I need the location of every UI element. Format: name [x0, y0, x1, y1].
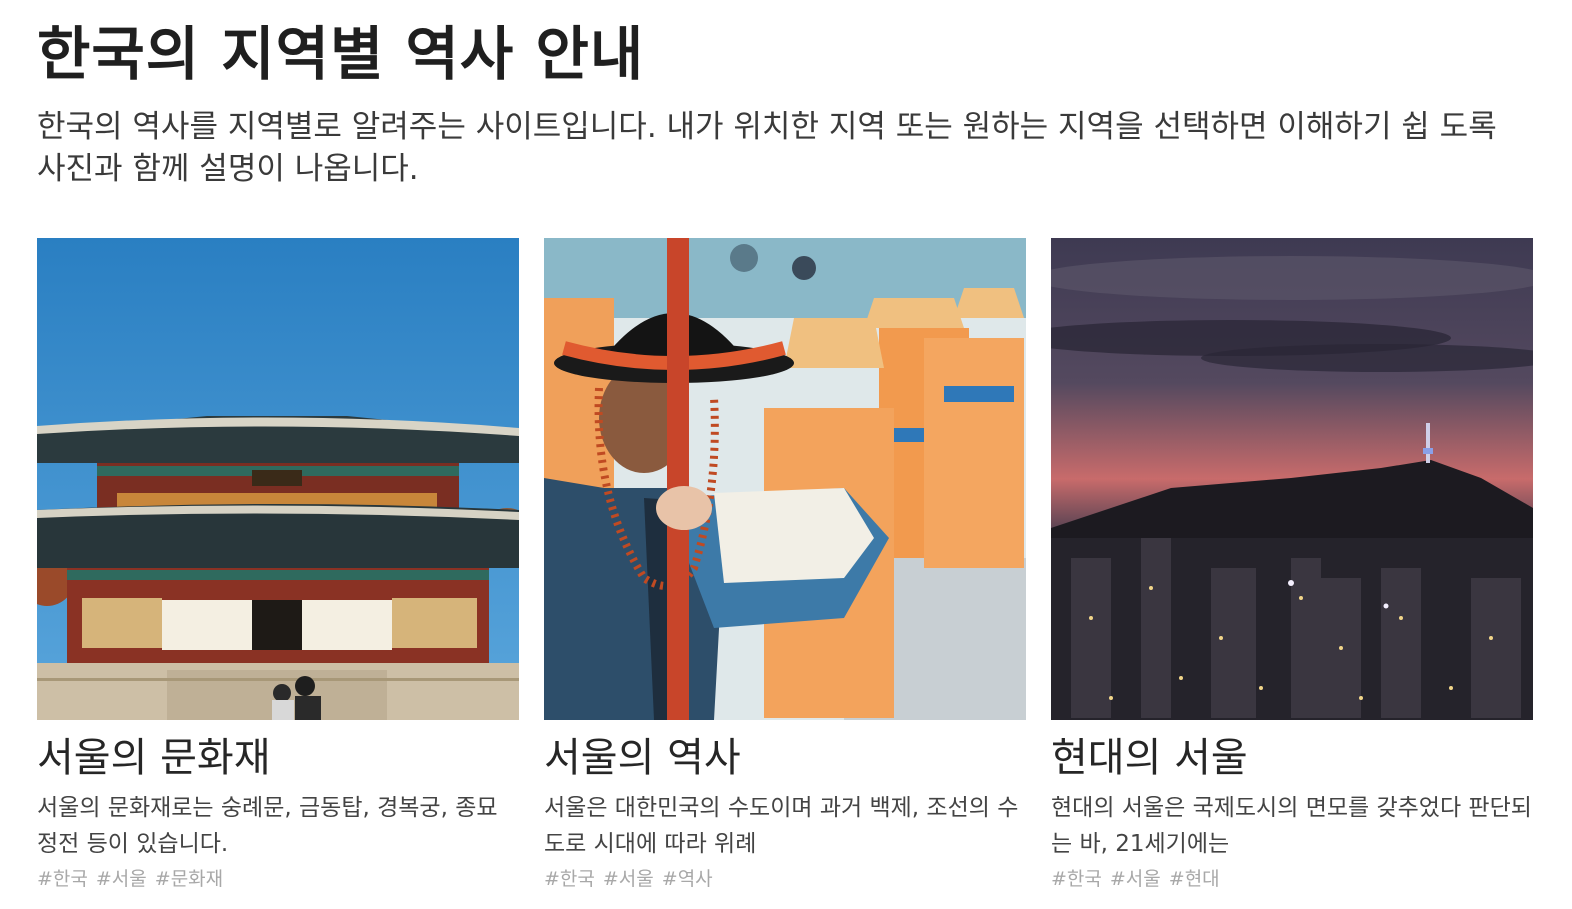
page-description: 한국의 역사를 지역별로 알려주는 사이트입니다. 내가 위치한 지역 또는 원…: [37, 109, 1497, 187]
night-city-photo[interactable]: [1051, 238, 1533, 720]
tag[interactable]: #역사: [662, 866, 713, 892]
tag-list: #한국 #서울 #역사: [544, 866, 1026, 892]
card-description: 서울은 대한민국의 수도이며 과거 백제, 조선의 수도로 시대에 따라 위례: [544, 795, 1019, 857]
tag-list: #한국 #서울 #문화재: [37, 866, 519, 892]
royal-guard-photo[interactable]: [544, 238, 1026, 720]
card-seoul-heritage[interactable]: 서울의 문화재 서울의 문화재로는 숭례문, 금동탑, 경복궁, 종묘 정전 등…: [37, 238, 519, 892]
tag[interactable]: #한국: [37, 866, 88, 892]
card-title[interactable]: 서울의 역사: [544, 732, 1026, 784]
card-seoul-history[interactable]: 서울의 역사 서울은 대한민국의 수도이며 과거 백제, 조선의 수도로 시대에…: [544, 238, 1026, 892]
card-list: 서울의 문화재 서울의 문화재로는 숭례문, 금동탑, 경복궁, 종묘 정전 등…: [37, 238, 1534, 892]
card-description: 서울의 문화재로는 숭례문, 금동탑, 경복궁, 종묘 정전 등이 있습니다.: [37, 795, 498, 857]
tag[interactable]: #서울: [96, 866, 147, 892]
tag[interactable]: #한국: [544, 866, 595, 892]
tag[interactable]: #현대: [1169, 866, 1220, 892]
tag[interactable]: #서울: [1110, 866, 1161, 892]
card-title[interactable]: 현대의 서울: [1051, 732, 1533, 784]
tag-list: #한국 #서울 #현대: [1051, 866, 1533, 892]
tag[interactable]: #서울: [603, 866, 654, 892]
card-modern-seoul[interactable]: 현대의 서울 현대의 서울은 국제도시의 면모를 갖추었다 판단되는 바, 21…: [1051, 238, 1533, 892]
page-title: 한국의 지역별 역사 안내: [37, 20, 645, 88]
tag[interactable]: #문화재: [155, 866, 223, 892]
card-title[interactable]: 서울의 문화재: [37, 732, 519, 784]
tag[interactable]: #한국: [1051, 866, 1102, 892]
palace-photo[interactable]: [37, 238, 519, 720]
card-description: 현대의 서울은 국제도시의 면모를 갖추었다 판단되는 바, 21세기에는: [1051, 795, 1532, 857]
page: 한국의 지역별 역사 안내 한국의 역사를 지역별로 알려주는 사이트입니다. …: [0, 0, 1572, 909]
